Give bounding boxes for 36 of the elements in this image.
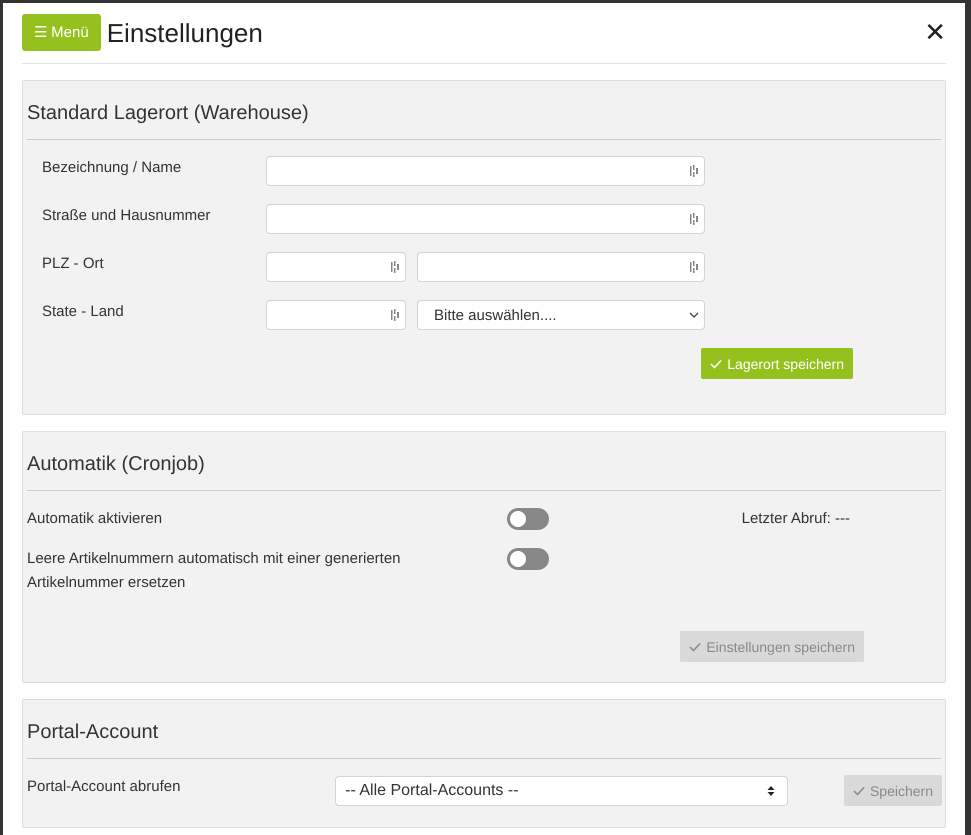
bars-icon xyxy=(690,165,699,177)
select-value: -- Alle Portal-Accounts -- xyxy=(345,782,520,800)
toggle-switch[interactable] xyxy=(507,508,549,530)
input-field[interactable] xyxy=(266,204,705,234)
bars-icon xyxy=(690,261,699,273)
last-fetch-text: Letzter Abruf: --- xyxy=(742,509,850,529)
bars-icon xyxy=(391,261,400,273)
check-icon xyxy=(689,642,702,652)
select-field[interactable]: -- Alle Portal-Accounts -- xyxy=(335,776,788,806)
field-label: Portal-Account abrufen xyxy=(27,777,182,795)
close-button[interactable]: ✕ xyxy=(918,18,952,48)
input-field[interactable] xyxy=(266,252,406,282)
toggle-label: Leere Artikelnummern automatisch mit einer generierten Artikelnummer ersetzen xyxy=(27,549,402,593)
select-field[interactable]: Bitte auswählen.... xyxy=(417,300,705,330)
menu-button[interactable]: ☰ Menü xyxy=(22,14,101,50)
bars-icon xyxy=(391,309,400,321)
check-icon xyxy=(710,358,722,368)
field-label: PLZ - Ort xyxy=(42,254,105,274)
toggle-switch[interactable] xyxy=(507,548,549,570)
select-value: Bitte auswählen.... xyxy=(434,306,558,324)
field-label: Bezeichnung / Name xyxy=(42,158,182,178)
input-field[interactable] xyxy=(266,156,705,186)
chevron-down-icon xyxy=(689,312,699,318)
dialog-title: Einstellungen xyxy=(106,18,264,48)
section-title: Portal-Account xyxy=(27,720,160,745)
check-icon xyxy=(852,786,865,796)
sort-arrows-icon xyxy=(766,784,775,796)
bars-icon xyxy=(690,213,699,225)
section-title: Standard Lagerort (Warehouse) xyxy=(27,101,310,126)
input-field[interactable] xyxy=(266,300,406,330)
field-label: Straße und Hausnummer xyxy=(42,206,212,226)
section-title: Automatik (Cronjob) xyxy=(27,452,206,477)
field-label: State - Land xyxy=(42,302,125,322)
toggle-label: Automatik aktivieren xyxy=(27,509,164,529)
input-field[interactable] xyxy=(417,252,705,282)
save-button[interactable]: Lagerort speichern xyxy=(701,348,853,379)
